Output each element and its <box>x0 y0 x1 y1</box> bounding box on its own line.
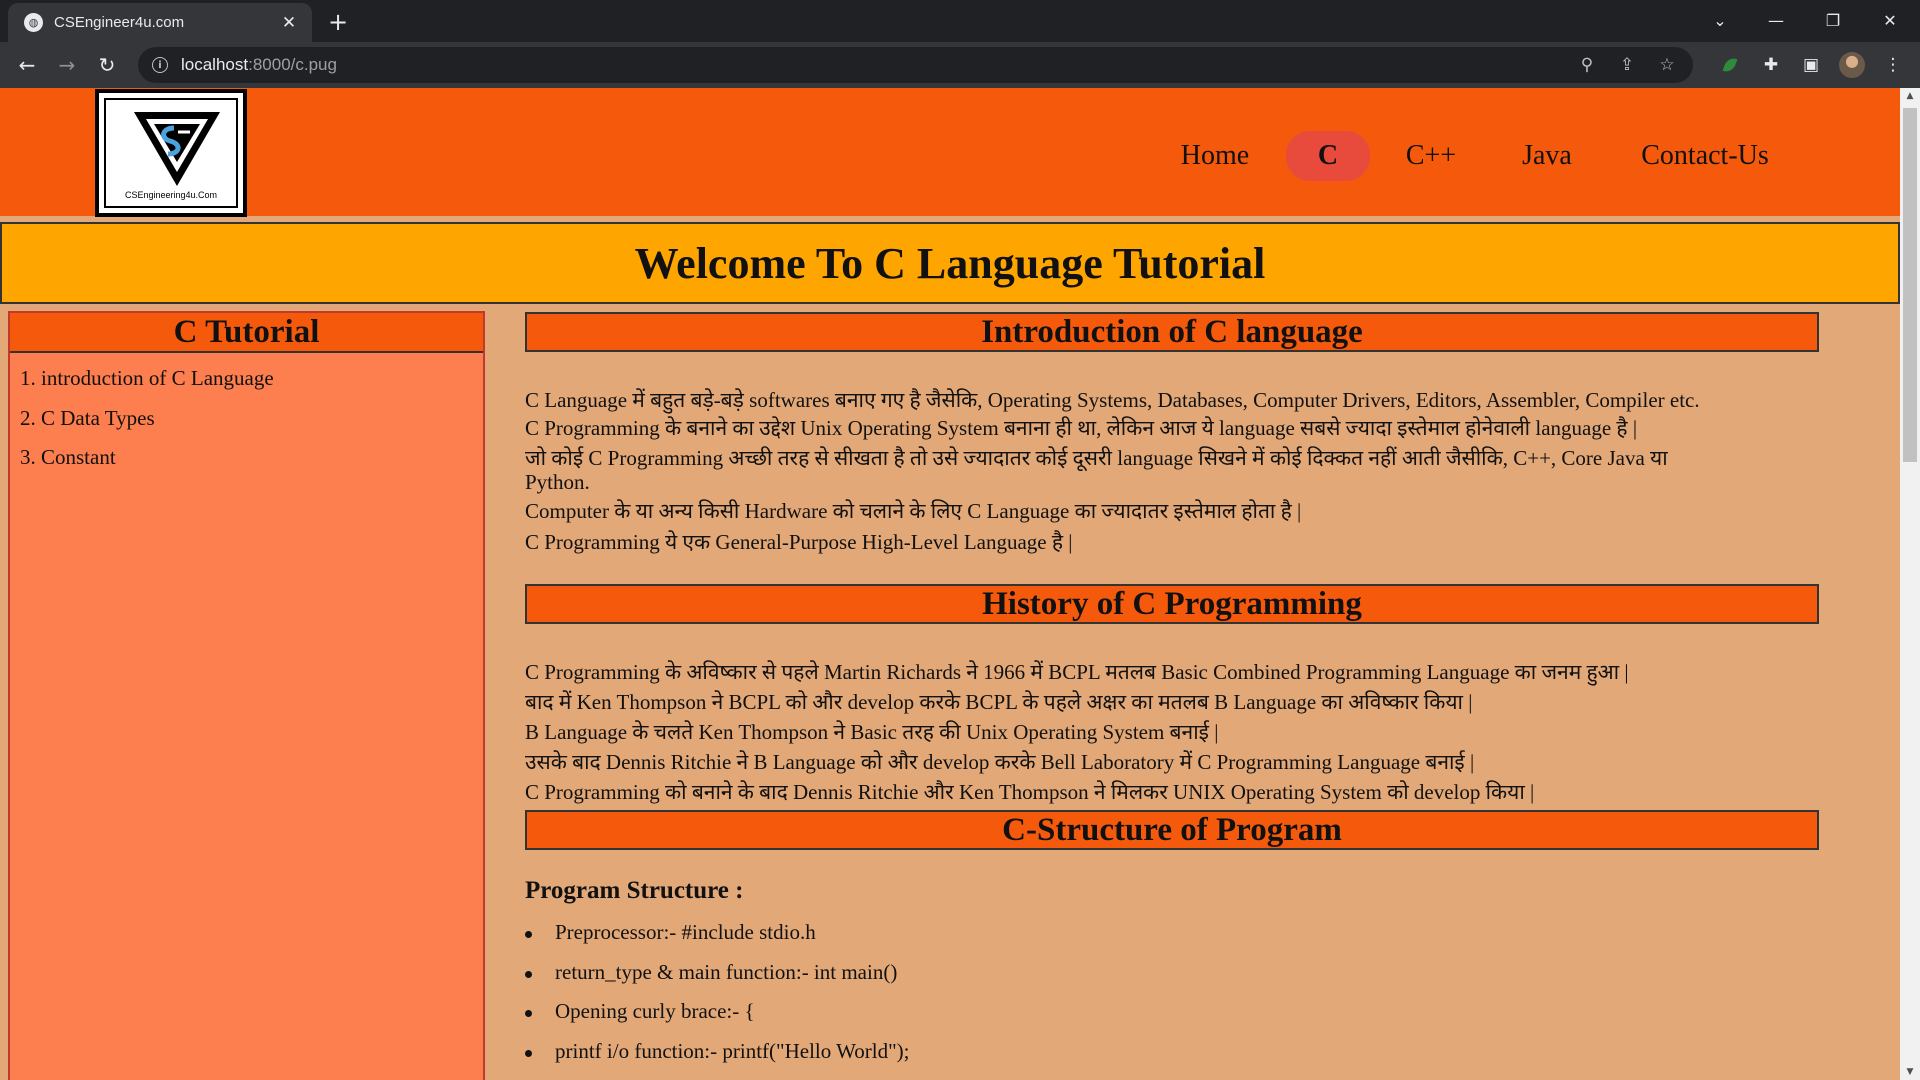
logo-mark-icon <box>134 112 220 186</box>
tab-title: CSEngineer4u.com <box>54 14 185 31</box>
intro-line: C Programming के बनाने का उद्देश Unix Op… <box>525 416 1638 440</box>
logo-text: CSEngineering4u.Com <box>124 190 218 200</box>
intro-line: C Programming ये एक General-Purpose High… <box>525 530 1073 554</box>
section-heading-structure: C-Structure of Program <box>525 810 1819 850</box>
structure-item: Opening curly brace:- { <box>555 999 755 1023</box>
site-logo[interactable]: CSEngineering4u.Com <box>95 89 247 217</box>
site-header: CSEngineering4u.Com Home C C++ Java Cont… <box>0 88 1900 217</box>
sidebar: C Tutorial 1. introduction of C Language… <box>8 311 485 1080</box>
url-text[interactable]: localhost:8000/c.pug <box>181 55 337 75</box>
history-line: बाद में Ken Thompson ने BCPL को और devel… <box>525 690 1473 714</box>
structure-item: Preprocessor:- #include stdio.h <box>555 920 816 944</box>
nav-contact-us[interactable]: Contact-Us <box>1630 131 1780 181</box>
structure-item: printf i/o function:- printf("Hello Worl… <box>555 1039 910 1063</box>
address-bar[interactable]: i localhost:8000/c.pug ⚲ ⇪ ☆ <box>138 47 1693 83</box>
sidebar-title: C Tutorial <box>10 313 483 353</box>
browser-toolbar: ← → ↻ i localhost:8000/c.pug ⚲ ⇪ ☆ ✚ ▣ ⋮ <box>0 42 1920 88</box>
welcome-banner: Welcome To C Language Tutorial <box>0 222 1900 304</box>
restore-icon[interactable]: ❐ <box>1813 4 1853 36</box>
nav-java[interactable]: Java <box>1510 131 1584 181</box>
history-line: C Programming को बनाने के बाद Dennis Rit… <box>525 780 1535 804</box>
page-viewport: CSEngineering4u.Com Home C C++ Java Cont… <box>0 88 1900 1080</box>
reload-icon[interactable]: ↻ <box>91 49 123 81</box>
menu-icon[interactable]: ⋮ <box>1877 49 1909 81</box>
profile-avatar[interactable] <box>1836 49 1868 81</box>
sidebar-item-data-types[interactable]: 2. C Data Types <box>20 406 155 431</box>
back-arrow-icon[interactable]: ← <box>11 49 43 81</box>
info-icon[interactable]: i <box>152 57 168 73</box>
sidebar-item-introduction[interactable]: 1. introduction of C Language <box>20 366 274 391</box>
intro-line: जो कोई C Programming अच्छी तरह से सीखता … <box>525 446 1668 470</box>
section-heading-history: History of C Programming <box>525 584 1819 624</box>
puzzle-icon[interactable]: ✚ <box>1755 49 1787 81</box>
intro-line: Python. <box>525 470 590 494</box>
bullet-icon <box>525 1010 532 1017</box>
forward-arrow-icon[interactable]: → <box>51 49 83 81</box>
tab-search-icon[interactable]: ⌄ <box>1700 4 1740 36</box>
structure-item: return_type & main function:- int main() <box>555 960 898 984</box>
history-line: उसके बाद Dennis Ritchie ने B Language को… <box>525 750 1475 774</box>
zoom-icon[interactable]: ⚲ <box>1571 49 1603 81</box>
extension-icon[interactable] <box>1714 49 1746 81</box>
new-tab-button[interactable]: + <box>322 6 354 38</box>
intro-line: Computer के या अन्य किसी Hardware को चला… <box>525 499 1302 523</box>
browser-tab-strip: ◍ CSEngineer4u.com ✕ + ⌄ — ❐ ✕ <box>0 0 1920 42</box>
sidepanel-icon[interactable]: ▣ <box>1795 49 1827 81</box>
nav-cpp[interactable]: C++ <box>1396 131 1466 181</box>
history-line: C Programming के अविष्कार से पहले Martin… <box>525 660 1629 684</box>
nav-c[interactable]: C <box>1286 131 1370 181</box>
close-window-icon[interactable]: ✕ <box>1870 4 1910 36</box>
section-heading-introduction: Introduction of C language <box>525 312 1819 352</box>
bullet-icon <box>525 971 532 978</box>
close-tab-icon[interactable]: ✕ <box>278 13 300 33</box>
page-scrollbar[interactable]: ▲ ▼ <box>1900 88 1920 1080</box>
minimize-icon[interactable]: — <box>1756 4 1796 36</box>
nav-home[interactable]: Home <box>1168 131 1262 181</box>
program-structure-title: Program Structure : <box>525 877 744 904</box>
globe-icon: ◍ <box>24 13 43 32</box>
scrollbar-thumb[interactable] <box>1903 108 1917 462</box>
page-title: Welcome To C Language Tutorial <box>634 238 1266 288</box>
bullet-icon <box>525 931 532 938</box>
share-icon[interactable]: ⇪ <box>1611 49 1643 81</box>
history-line: B Language के चलते Ken Thompson ने Basic… <box>525 720 1219 744</box>
intro-line: C Language में बहुत बड़े-बड़े softwares … <box>525 388 1700 412</box>
star-icon[interactable]: ☆ <box>1651 49 1683 81</box>
scroll-up-icon[interactable]: ▲ <box>1900 88 1920 104</box>
browser-tab[interactable]: ◍ CSEngineer4u.com ✕ <box>8 3 312 42</box>
sidebar-item-constant[interactable]: 3. Constant <box>20 445 116 470</box>
bullet-icon <box>525 1050 532 1057</box>
scroll-down-icon[interactable]: ▼ <box>1900 1064 1920 1080</box>
